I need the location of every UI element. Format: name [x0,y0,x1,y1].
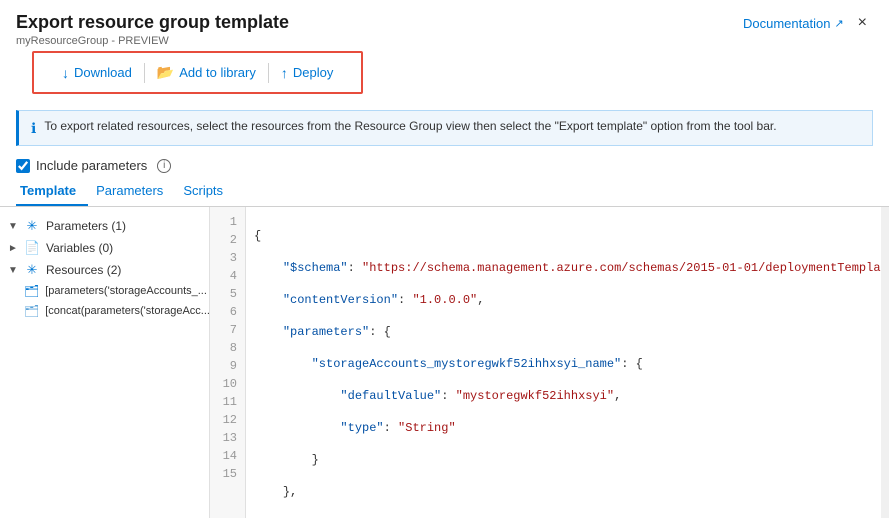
code-line-8: } [254,451,873,469]
sidebar: ▼ ✳ Parameters (1) ► 📄 Variables (0) ▼ ✳… [0,207,210,518]
arrow-icon-parameters: ▼ [8,221,18,232]
scrollbar[interactable] [881,207,889,518]
add-library-button[interactable]: 📂 Add to library [145,59,268,86]
code-line-1: { [254,227,873,245]
params-icon: ✳ [24,218,40,234]
close-button[interactable]: × [852,12,873,34]
code-line-6: "defaultValue": "mystoregwkf52ihhxsyi", [254,387,873,405]
sidebar-item-resources[interactable]: ▼ ✳ Resources (2) [0,259,209,281]
tabs-bar: Template Parameters Scripts [0,177,889,207]
include-parameters-checkbox[interactable] [16,159,30,173]
info-tooltip-icon: i [157,159,171,173]
tab-scripts[interactable]: Scripts [179,177,235,206]
title-actions: Documentation ↗ × [743,12,873,34]
info-banner: ℹ To export related resources, select th… [16,110,873,146]
storage1-icon: 🗂 [24,284,39,298]
code-line-4: "parameters": { [254,323,873,341]
sidebar-item-parameters[interactable]: ▼ ✳ Parameters (1) [0,215,209,237]
title-section: Export resource group template myResourc… [16,12,289,47]
title-bar: Export resource group template myResourc… [0,0,889,51]
code-line-2: "$schema": "https://schema.management.az… [254,259,873,277]
deploy-icon: ↑ [281,65,288,81]
external-link-icon: ↗ [834,17,843,30]
documentation-link[interactable]: Documentation ↗ [743,16,844,31]
code-panel: 1 2 3 4 5 6 7 8 9 10 11 12 13 14 15 { "$… [210,207,889,518]
code-line-5: "storageAccounts_mystoregwkf52ihhxsyi_na… [254,355,873,373]
code-line-3: "contentVersion": "1.0.0.0", [254,291,873,309]
sidebar-sub-item-storage1[interactable]: 🗂 [parameters('storageAccounts_... [0,281,209,301]
toolbar: ↓ Download 📂 Add to library ↑ Deploy [32,51,363,94]
include-parameters-row: Include parameters i [0,154,889,177]
variables-icon: 📄 [24,240,40,256]
arrow-icon-variables: ► [8,243,18,254]
tab-template[interactable]: Template [16,177,88,206]
page-title: Export resource group template [16,12,289,33]
download-icon: ↓ [62,65,69,81]
download-button[interactable]: ↓ Download [50,60,144,86]
deploy-button[interactable]: ↑ Deploy [269,60,345,86]
page-subtitle: myResourceGroup - PREVIEW [16,35,289,47]
resources-icon: ✳ [24,262,40,278]
code-line-7: "type": "String" [254,419,873,437]
line-numbers: 1 2 3 4 5 6 7 8 9 10 11 12 13 14 15 [210,207,246,518]
code-content[interactable]: { "$schema": "https://schema.management.… [246,207,881,518]
arrow-icon-resources: ▼ [8,265,18,276]
main-content: ▼ ✳ Parameters (1) ► 📄 Variables (0) ▼ ✳… [0,207,889,518]
storage2-icon: 🗂 [24,304,39,318]
sidebar-item-variables[interactable]: ► 📄 Variables (0) [0,237,209,259]
code-line-9: }, [254,483,873,501]
code-editor: 1 2 3 4 5 6 7 8 9 10 11 12 13 14 15 { "$… [210,207,889,518]
library-icon: 📂 [157,64,174,81]
tab-parameters[interactable]: Parameters [92,177,175,206]
sidebar-sub-item-storage2[interactable]: 🗂 [concat(parameters('storageAcc... [0,301,209,321]
toolbar-wrapper: ↓ Download 📂 Add to library ↑ Deploy [0,51,889,110]
info-icon: ℹ [31,120,36,137]
include-parameters-label: Include parameters [36,158,147,173]
